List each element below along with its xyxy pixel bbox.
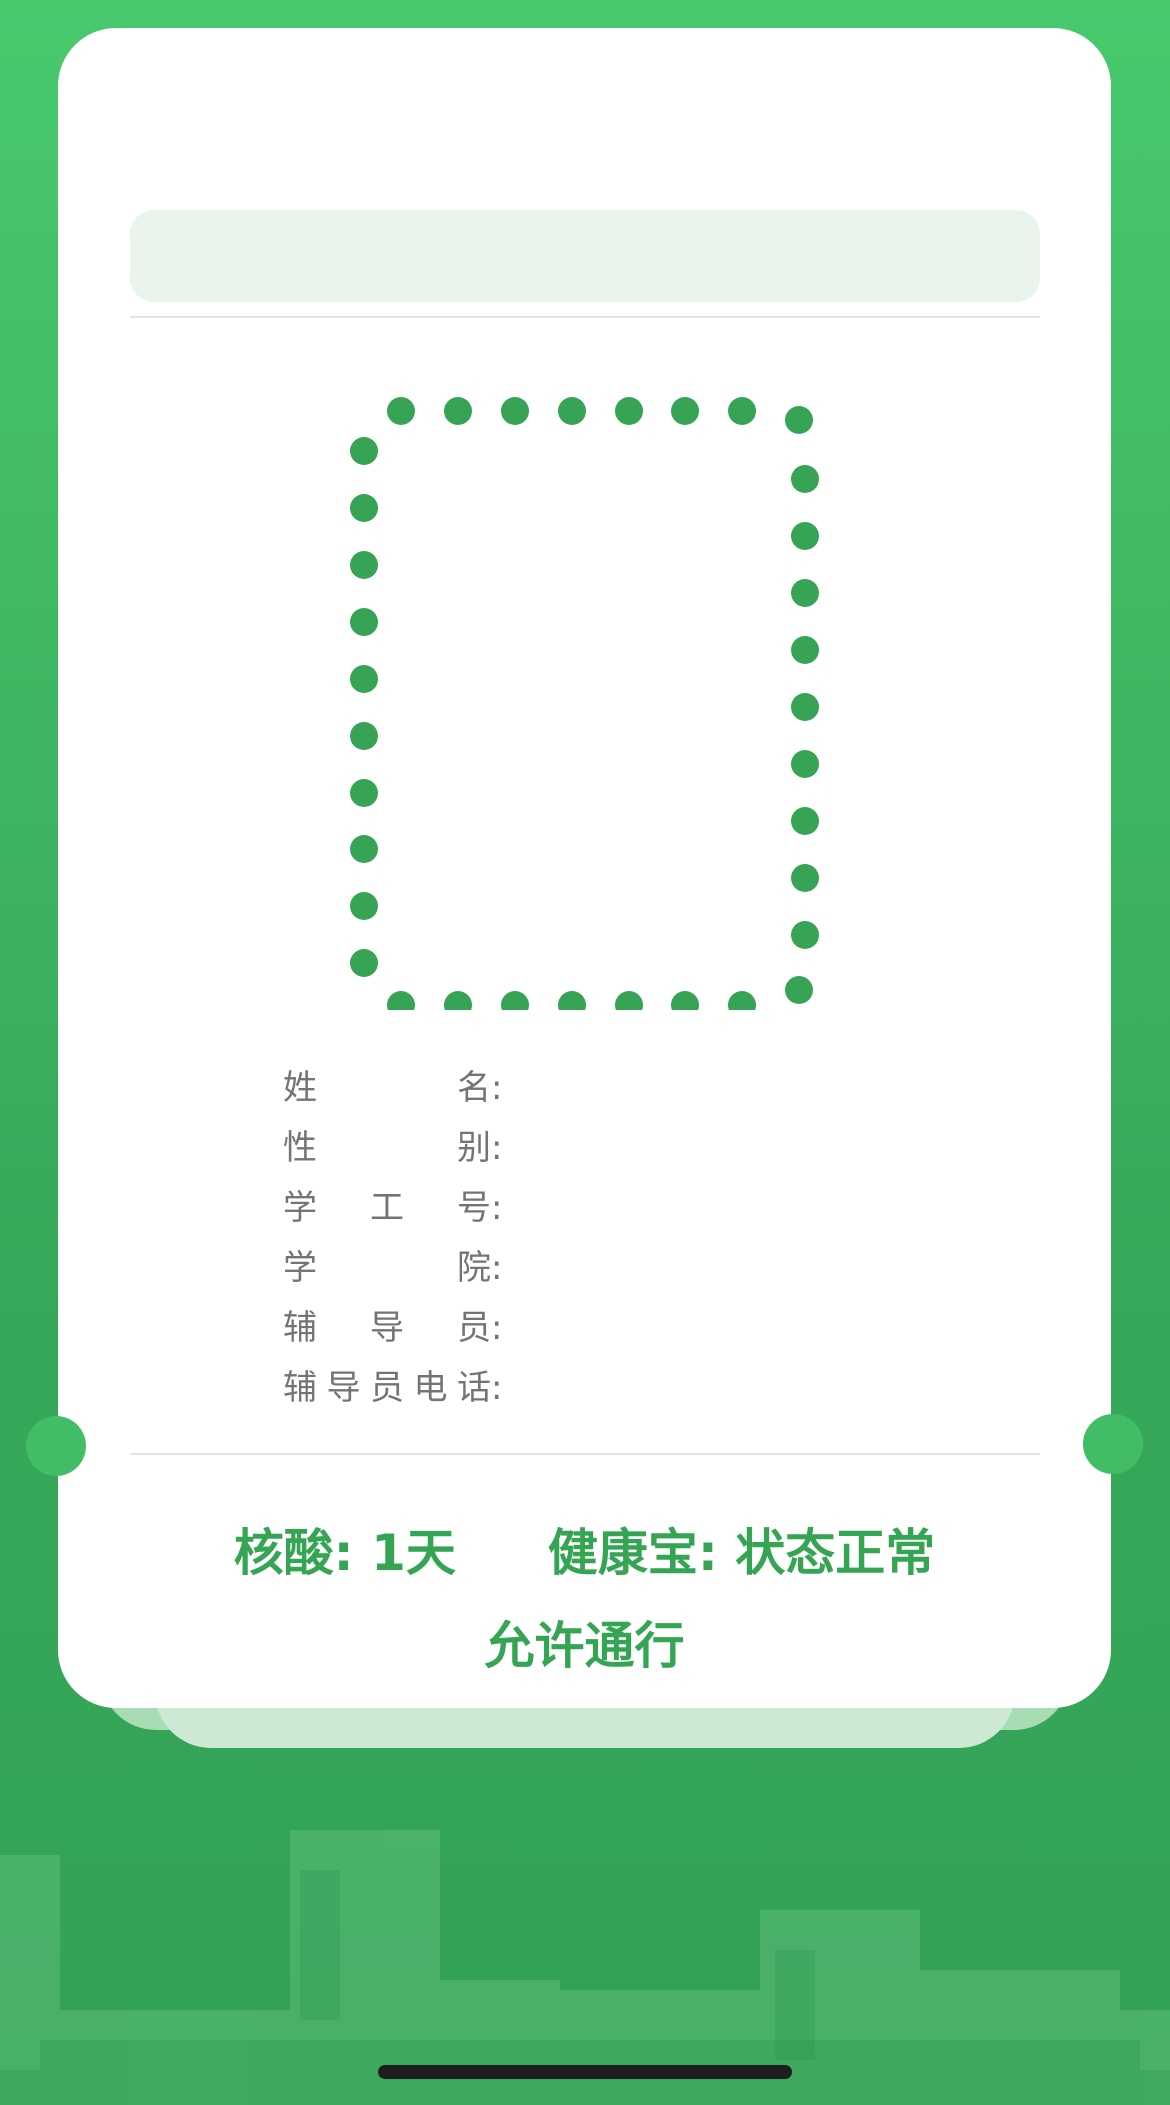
divider-bottom xyxy=(130,1453,1040,1455)
header-bar xyxy=(130,210,1040,302)
info-colon: : xyxy=(491,1188,503,1228)
photo-frame-dots xyxy=(350,397,819,1010)
info-row-gender: 性别 : xyxy=(283,1118,883,1178)
info-value-college xyxy=(505,1238,883,1298)
info-label-college: 学院 xyxy=(283,1248,491,1288)
divider-top xyxy=(130,316,1040,318)
info-value-name xyxy=(505,1058,883,1118)
info-value-gender xyxy=(505,1118,883,1178)
info-colon: : xyxy=(491,1308,503,1348)
info-colon: : xyxy=(491,1068,503,1108)
info-label-student-id: 学工号 xyxy=(283,1188,491,1228)
nucleic-test-status: 核酸: 1天 xyxy=(233,1524,456,1582)
ticket-notch-right xyxy=(1083,1414,1143,1474)
ticket-notch-left xyxy=(26,1416,86,1476)
pass-status: 允许通行 xyxy=(484,1617,685,1675)
info-row-name: 姓名 : xyxy=(283,1058,883,1118)
photo-frame xyxy=(348,370,838,1010)
health-status-line: 核酸: 1天 健康宝: 状态正常 xyxy=(58,1513,1111,1585)
info-label-counselor: 辅导员 xyxy=(283,1308,491,1348)
info-label-counselor-phone: 辅导员电话 xyxy=(283,1368,491,1408)
info-row-counselor: 辅导员 : xyxy=(283,1298,883,1358)
info-value-counselor xyxy=(505,1298,883,1358)
health-code-status: 健康宝: 状态正常 xyxy=(547,1524,936,1582)
info-value-counselor-phone xyxy=(505,1358,883,1418)
personal-info: 姓名 : 性别 : 学工号 : 学院 : 辅导员 : 辅导员电话 : xyxy=(283,1058,883,1418)
info-row-counselor-phone: 辅导员电话 : xyxy=(283,1358,883,1418)
campus-background-image xyxy=(0,1830,1170,2105)
pass-card: 姓名 : 性别 : 学工号 : 学院 : 辅导员 : 辅导员电话 : 核酸: 1… xyxy=(26,28,1143,1708)
home-indicator[interactable] xyxy=(378,2065,792,2079)
info-value-student-id xyxy=(505,1178,883,1238)
info-colon: : xyxy=(491,1128,503,1168)
info-colon: : xyxy=(491,1368,503,1408)
info-label-gender: 性别 xyxy=(283,1128,491,1168)
info-colon: : xyxy=(491,1248,503,1288)
info-label-name: 姓名 xyxy=(283,1068,491,1108)
info-row-student-id: 学工号 : xyxy=(283,1178,883,1238)
info-row-college: 学院 : xyxy=(283,1238,883,1298)
